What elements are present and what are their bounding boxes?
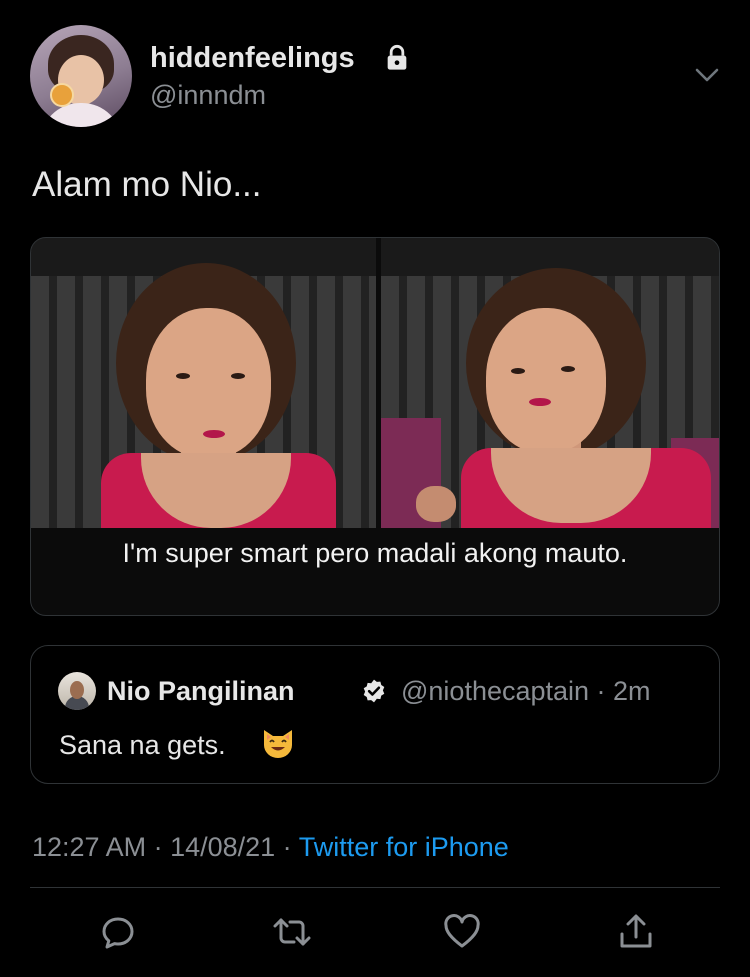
quoted-author-name: Nio Pangilinan: [107, 676, 295, 706]
tweet-text: Alam mo Nio...: [32, 165, 262, 204]
like-button[interactable]: [442, 912, 482, 952]
quoted-tweet[interactable]: Nio Pangilinan @niothecaptain · 2m Sana …: [30, 645, 720, 784]
share-icon: [620, 914, 652, 948]
smiling-cat-emoji-icon: [264, 730, 292, 758]
quoted-tweet-text: Sana na gets.: [59, 730, 226, 760]
author-avatar[interactable]: [30, 25, 132, 127]
lock-icon: [387, 44, 407, 70]
chevron-down-icon[interactable]: [692, 62, 722, 88]
media-panel-right: [381, 238, 719, 528]
retweet-icon: [273, 918, 311, 946]
media-panel-left: [31, 238, 376, 528]
media-caption: I'm super smart pero madali akong mauto.: [122, 538, 628, 568]
author-handle[interactable]: @innndm: [150, 80, 266, 111]
tweet-timestamp: 12:27 AM · 14/08/21 ·: [32, 832, 299, 862]
share-button[interactable]: [616, 912, 656, 952]
author-display-name[interactable]: hiddenfeelings: [150, 42, 355, 75]
quoted-author-avatar: [58, 672, 96, 710]
tweet-source-link[interactable]: Twitter for iPhone: [299, 832, 509, 862]
reply-button[interactable]: [98, 912, 138, 952]
retweet-button[interactable]: [272, 912, 312, 952]
tweet-header: hiddenfeelings @innndm: [0, 0, 750, 140]
verified-badge-icon: [363, 679, 385, 703]
quoted-author-handle-time: @niothecaptain · 2m: [401, 676, 651, 706]
tweet-media[interactable]: I'm super smart pero madali akong mauto.: [30, 237, 720, 616]
like-icon: [444, 914, 480, 948]
divider: [30, 887, 720, 888]
tweet-meta: 12:27 AM · 14/08/21 · Twitter for iPhone: [32, 832, 509, 863]
reply-icon: [102, 917, 134, 949]
